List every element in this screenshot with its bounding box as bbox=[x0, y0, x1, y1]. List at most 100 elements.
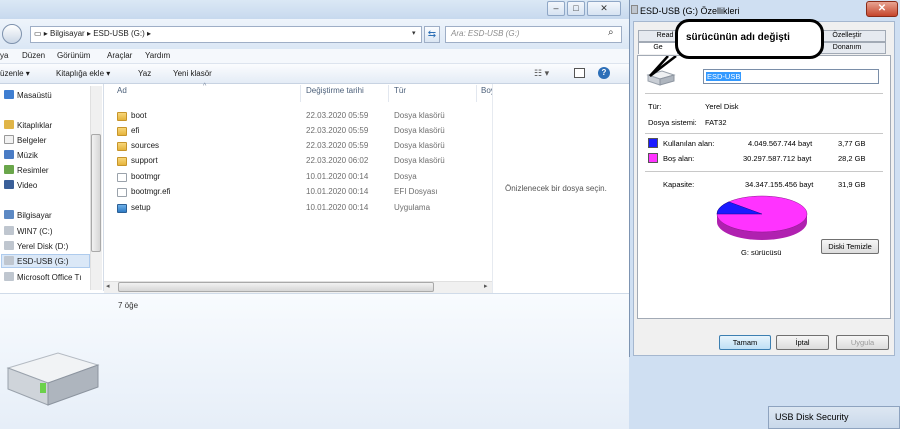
search-icon[interactable]: ⌕ bbox=[608, 27, 614, 38]
column-separator bbox=[476, 85, 477, 102]
maximize-button[interactable]: □ bbox=[567, 1, 585, 16]
burn-button[interactable]: Yaz bbox=[138, 69, 151, 78]
back-button[interactable] bbox=[2, 24, 22, 44]
apply-button[interactable]: Uygula bbox=[836, 335, 889, 350]
nav-desktop[interactable]: Masaüstü bbox=[4, 90, 52, 100]
breadcrumb[interactable]: ▭ ▸ Bilgisayar ▸ ESD-USB (G:) ▸ bbox=[34, 29, 151, 38]
nav-office-drive[interactable]: Microsoft Office Tı bbox=[4, 272, 82, 282]
video-icon bbox=[4, 180, 14, 189]
new-folder-button[interactable]: Yeni klasör bbox=[173, 69, 212, 78]
nav-pictures[interactable]: Resimler bbox=[4, 165, 49, 175]
refresh-icon[interactable]: ⇆ bbox=[424, 26, 440, 43]
filesystem-value: FAT32 bbox=[705, 118, 727, 127]
menu-tools[interactable]: Araçlar bbox=[107, 51, 132, 60]
menu-file[interactable]: ya bbox=[0, 51, 8, 60]
column-separator bbox=[300, 85, 301, 102]
drive-icon bbox=[4, 241, 14, 250]
organize-button[interactable]: üzenle ▾ bbox=[0, 69, 30, 78]
nav-music[interactable]: Müzik bbox=[4, 150, 38, 160]
nav-libraries[interactable]: Kitaplıklar bbox=[4, 120, 52, 130]
preview-message: Önizlenecek bir dosya seçin. bbox=[505, 184, 607, 193]
free-space-gb: 28,2 GB bbox=[838, 154, 866, 163]
free-space-label: Boş alan: bbox=[663, 154, 695, 163]
cancel-button[interactable]: İptal bbox=[776, 335, 829, 350]
nav-documents[interactable]: Belgeler bbox=[4, 135, 46, 145]
explorer-window: – □ ✕ ▭ ▸ Bilgisayar ▸ ESD-USB (G:) ▸ ▾ … bbox=[0, 0, 630, 429]
file-icon bbox=[117, 188, 127, 197]
usb-drive-icon bbox=[631, 5, 638, 14]
close-button[interactable]: ✕ bbox=[587, 1, 621, 16]
free-space-bytes: 30.297.587.712 bayt bbox=[743, 154, 812, 163]
music-icon bbox=[4, 150, 14, 159]
nav-computer[interactable]: Bilgisayar bbox=[4, 210, 52, 220]
type-value: Yerel Disk bbox=[705, 102, 739, 111]
used-space-swatch bbox=[648, 138, 658, 148]
item-count: 7 öğe bbox=[118, 301, 139, 310]
folder-icon bbox=[117, 112, 127, 121]
filesystem-label: Dosya sistemi: bbox=[648, 118, 697, 127]
documents-icon bbox=[4, 135, 14, 144]
view-options-icon[interactable]: ☷ ▾ bbox=[534, 68, 549, 79]
folder-icon bbox=[117, 142, 127, 151]
menu-bar bbox=[0, 49, 630, 64]
drive-name-value: ESD-USB bbox=[706, 72, 742, 81]
divider bbox=[645, 93, 883, 94]
column-name[interactable]: Ad bbox=[117, 86, 127, 95]
used-space-label: Kullanılan alan: bbox=[663, 139, 715, 148]
nav-drive-g[interactable]: ESD-USB (G:) bbox=[4, 256, 69, 266]
used-space-gb: 3,77 GB bbox=[838, 139, 866, 148]
menu-help[interactable]: Yardım bbox=[145, 51, 170, 60]
properties-title: ESD-USB (G:) Özellikleri bbox=[640, 6, 740, 16]
computer-icon bbox=[4, 210, 14, 219]
library-icon bbox=[4, 120, 14, 129]
divider bbox=[645, 133, 883, 134]
drive-icon bbox=[4, 272, 14, 281]
search-placeholder: Ara: ESD-USB (G:) bbox=[451, 29, 520, 38]
used-space-bytes: 4.049.567.744 bayt bbox=[748, 139, 813, 148]
tab-general[interactable]: Ge bbox=[638, 42, 678, 54]
nav-video[interactable]: Video bbox=[4, 180, 37, 190]
pictures-icon bbox=[4, 165, 14, 174]
close-icon[interactable]: ✕ bbox=[866, 1, 898, 17]
usb-drive-large-icon bbox=[6, 352, 100, 406]
nav-drive-d[interactable]: Yerel Disk (D:) bbox=[4, 241, 68, 251]
scroll-left-icon[interactable]: ◂ bbox=[106, 282, 110, 290]
divider bbox=[645, 171, 883, 172]
desktop-icon bbox=[4, 90, 14, 99]
column-date[interactable]: Değiştirme tarihi bbox=[306, 86, 364, 95]
drive-crumb-icon: ▭ ▸ bbox=[34, 29, 51, 38]
capacity-bytes: 34.347.155.456 bayt bbox=[745, 180, 814, 189]
minimize-button[interactable]: – bbox=[547, 1, 565, 16]
add-to-library-button[interactable]: Kitaplığa ekle ▾ bbox=[56, 69, 110, 78]
menu-edit[interactable]: Düzen bbox=[22, 51, 45, 60]
capacity-gb: 31,9 GB bbox=[838, 180, 866, 189]
capacity-label: Kapasite: bbox=[663, 180, 695, 189]
crumb-drive[interactable]: ESD-USB (G:) bbox=[93, 29, 145, 38]
file-icon bbox=[117, 173, 127, 182]
folder-icon bbox=[117, 157, 127, 166]
preview-pane-icon[interactable] bbox=[574, 68, 585, 78]
address-dropdown-icon[interactable]: ▾ bbox=[412, 29, 416, 37]
disk-cleanup-button[interactable]: Diski Temizle bbox=[821, 239, 879, 254]
folder-icon bbox=[117, 127, 127, 136]
nav-drive-c[interactable]: WIN7 (C:) bbox=[4, 226, 53, 236]
column-type[interactable]: Tür bbox=[394, 86, 406, 95]
usb-drive-icon bbox=[4, 256, 14, 265]
callout-text: sürücünün adı değişti bbox=[686, 32, 790, 43]
crumb-computer[interactable]: Bilgisayar bbox=[50, 29, 85, 38]
ok-button[interactable]: Tamam bbox=[719, 335, 771, 350]
setup-icon bbox=[117, 204, 127, 213]
free-space-swatch bbox=[648, 153, 658, 163]
horizontal-scroll-thumb[interactable] bbox=[118, 282, 434, 292]
explorer-titlebar bbox=[0, 0, 630, 19]
callout-pointer bbox=[649, 56, 677, 77]
help-icon[interactable]: ? bbox=[598, 67, 610, 79]
scroll-right-icon[interactable]: ▸ bbox=[484, 282, 488, 290]
column-separator bbox=[388, 85, 389, 102]
nav-scroll-thumb[interactable] bbox=[91, 134, 101, 252]
disk-usage-pie bbox=[716, 195, 808, 240]
drive-letter-label: G: sürücüsü bbox=[741, 248, 782, 257]
sort-up-icon: ^ bbox=[203, 83, 207, 90]
menu-view[interactable]: Görünüm bbox=[57, 51, 90, 60]
type-label: Tür: bbox=[648, 102, 662, 111]
